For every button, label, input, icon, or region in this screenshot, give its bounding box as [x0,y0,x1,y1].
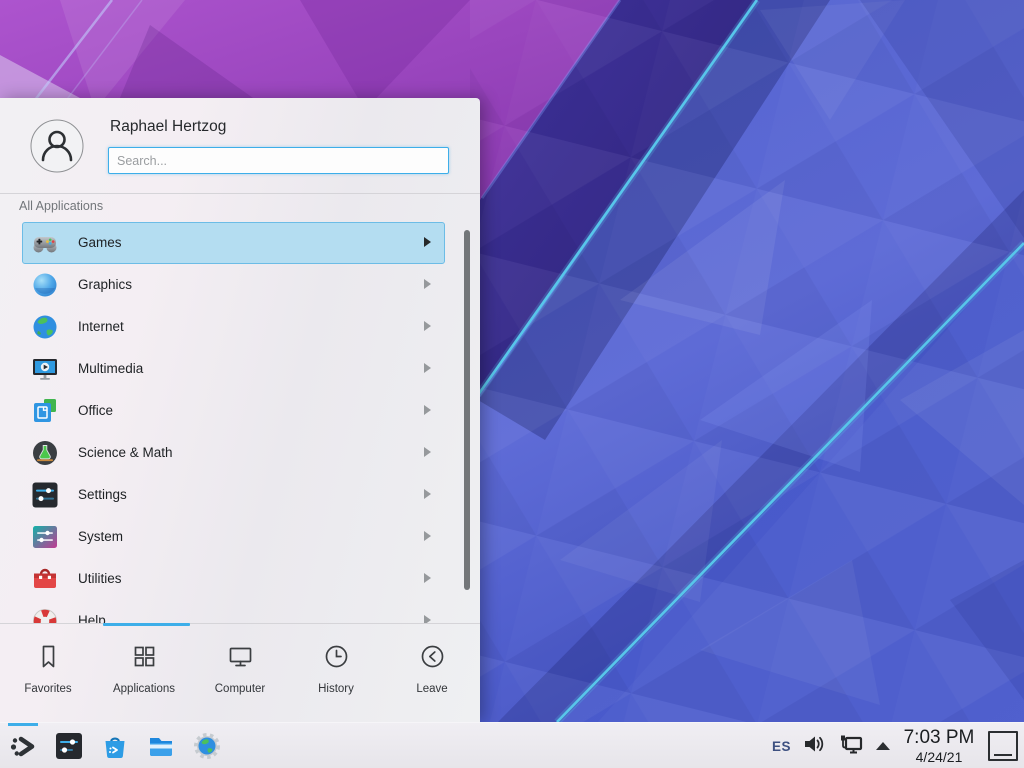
category-label: Utilities [78,571,122,586]
chevron-right-icon [424,531,431,541]
chevron-right-icon [424,405,431,415]
category-label: Internet [78,319,124,334]
category-utilities[interactable]: Utilities [0,558,480,600]
category-graphics[interactable]: Graphics [0,264,480,306]
category-help[interactable]: Help [0,600,480,623]
scrollbar[interactable] [464,230,470,590]
system-tray: ES 7:03 PM 4/24/21 [772,723,1024,768]
application-launcher-popup: Raphael Hertzog All Applications [0,98,480,722]
application-launcher-button[interactable] [8,731,38,761]
file-manager-button[interactable] [146,731,176,761]
search-input[interactable] [108,147,449,174]
section-label: All Applications [19,199,103,213]
utilities-icon [31,565,59,593]
category-label: Settings [78,487,127,502]
settings-icon [31,481,59,509]
user-icon [30,119,84,173]
chevron-right-icon [424,321,431,331]
category-label: Science & Math [78,445,173,460]
globe-gear-icon [192,731,222,761]
games-icon [31,229,59,257]
digital-clock[interactable]: 7:03 PM 4/24/21 [902,728,976,764]
applications-icon [131,643,158,670]
chevron-right-icon [424,615,431,623]
system-settings-icon [54,731,84,761]
header-separator [0,193,480,194]
chevron-right-icon [424,573,431,583]
office-icon [31,397,59,425]
category-science-math[interactable]: Science & Math [0,432,480,474]
category-label: Graphics [78,277,132,292]
system-settings-button[interactable] [54,731,84,761]
user-name: Raphael Hertzog [110,118,226,136]
category-settings[interactable]: Settings [0,474,480,516]
tab-history[interactable]: History [288,624,384,720]
taskbar: ES 7:03 PM 4/24/21 [0,722,1024,768]
leave-icon [419,643,446,670]
category-label: Multimedia [78,361,143,376]
chevron-right-icon [424,447,431,457]
chevron-right-icon [424,363,431,373]
category-multimedia[interactable]: Multimedia [0,348,480,390]
graphics-icon [31,271,59,299]
category-list: Games Graphics [0,222,480,623]
category-system[interactable]: System [0,516,480,558]
category-label: Help [78,613,106,623]
expand-tray-icon[interactable] [876,742,890,750]
user-avatar[interactable] [30,119,84,178]
clock-time: 7:03 PM [902,728,976,747]
clock-date: 4/24/21 [902,750,976,764]
desktop: Raphael Hertzog All Applications [0,0,1024,768]
category-internet[interactable]: Internet [0,306,480,348]
tab-leave[interactable]: Leave [384,624,480,720]
system-icon [31,523,59,551]
web-browser-button[interactable] [192,731,222,761]
favorites-icon [35,643,62,670]
category-label: Office [78,403,113,418]
chevron-right-icon [424,279,431,289]
help-icon [31,607,59,623]
science-math-icon [31,439,59,467]
chevron-right-icon [424,489,431,499]
category-label: Games [78,235,122,250]
category-games[interactable]: Games [0,222,480,264]
kde-launcher-icon [8,731,38,761]
folder-icon [146,731,176,761]
keyboard-layout-indicator[interactable]: ES [772,739,791,754]
launcher-tabbar: Favorites Applications C [0,624,480,720]
multimedia-icon [31,355,59,383]
history-icon [323,643,350,670]
category-office[interactable]: Office [0,390,480,432]
chevron-right-icon [424,237,431,247]
network-icon[interactable] [838,732,864,761]
tab-applications[interactable]: Applications [96,624,192,720]
volume-icon[interactable] [803,733,826,760]
discover-button[interactable] [100,731,130,761]
active-task-indicator [8,723,38,726]
category-label: System [78,529,123,544]
discover-icon [100,731,130,761]
show-desktop-button[interactable] [988,731,1018,761]
tab-computer[interactable]: Computer [192,624,288,720]
internet-icon [31,313,59,341]
tab-favorites[interactable]: Favorites [0,624,96,720]
computer-icon [227,643,254,670]
